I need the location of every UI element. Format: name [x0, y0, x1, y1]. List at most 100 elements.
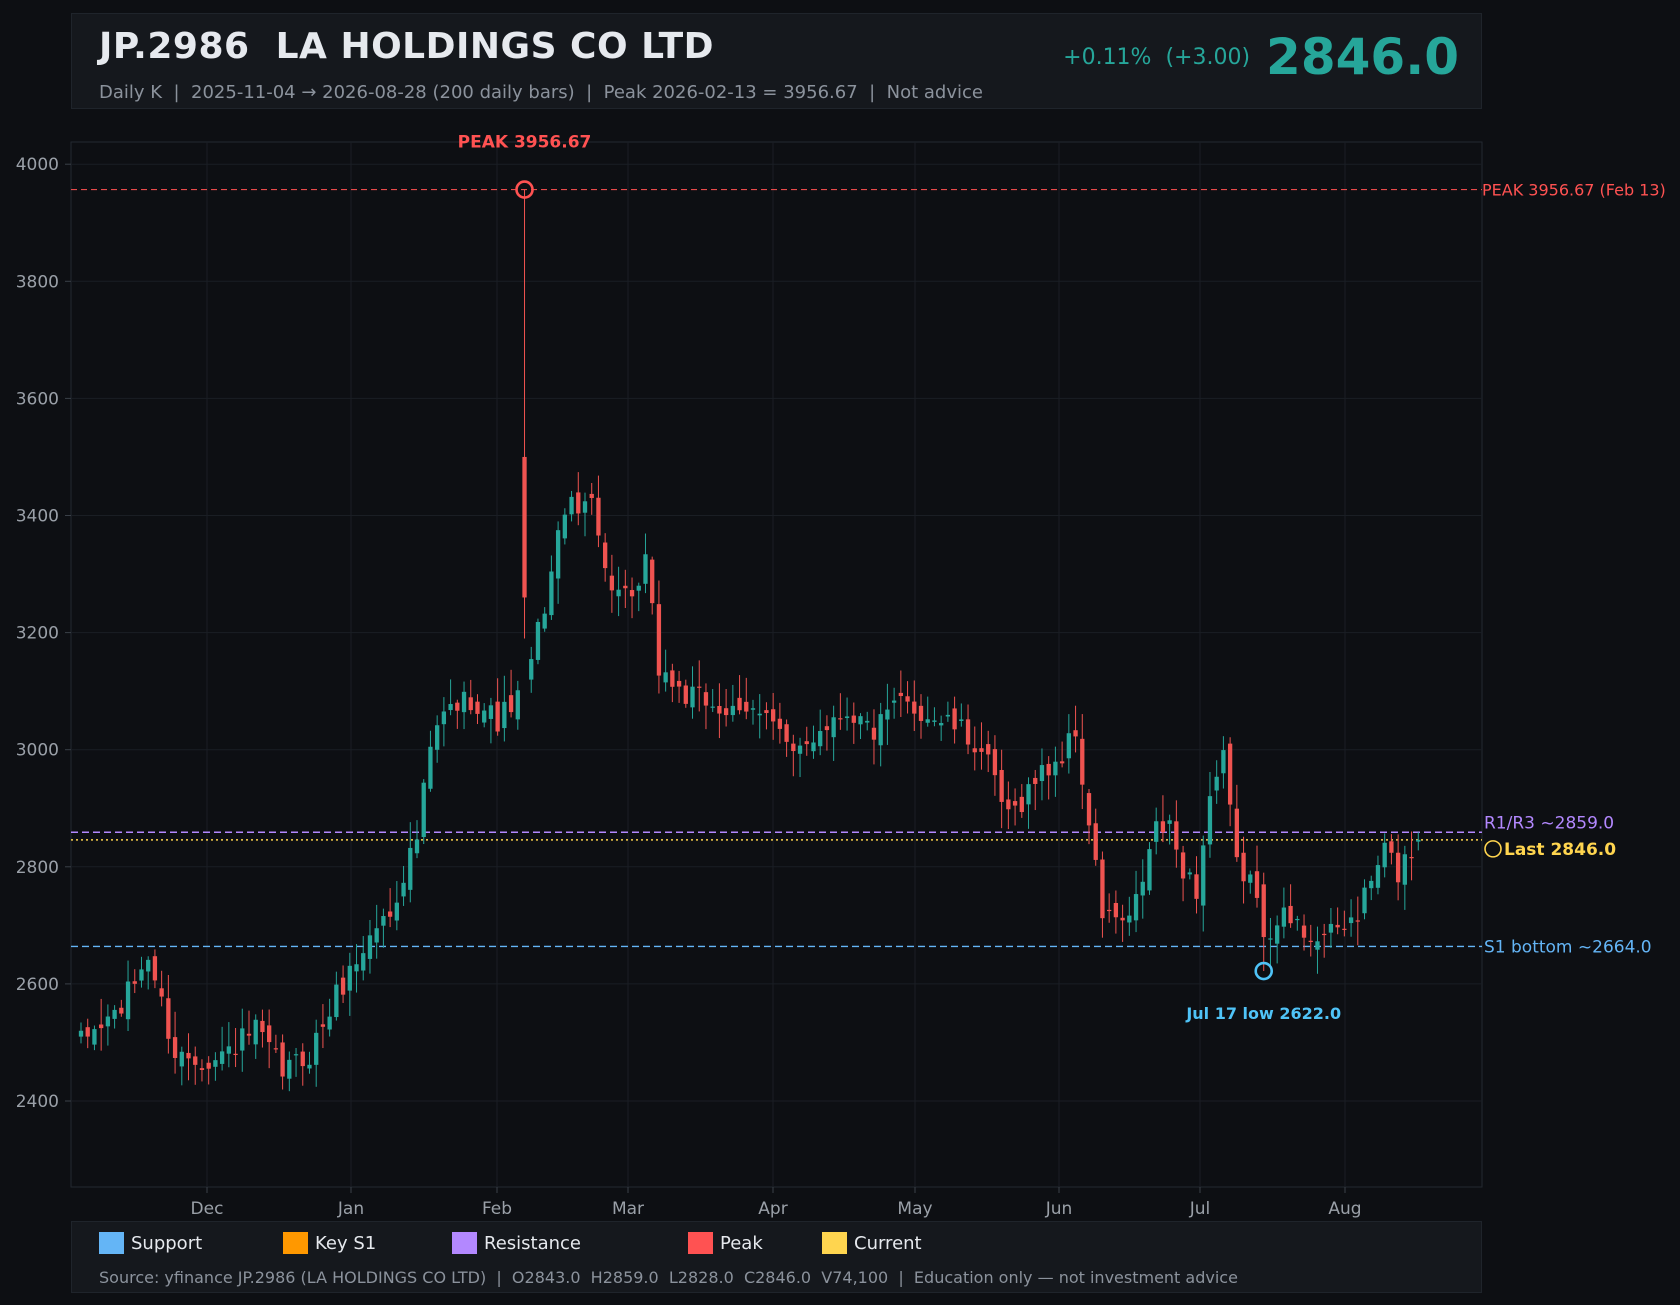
candle-body [925, 719, 930, 723]
candle-body [367, 935, 373, 959]
candle-body [1369, 880, 1374, 889]
candle-body [1174, 821, 1179, 850]
candle-body [421, 782, 426, 838]
candle-body [858, 716, 863, 725]
candle-body [1086, 793, 1092, 826]
candle-body [99, 1024, 104, 1029]
legend-label: Peak [720, 1232, 763, 1254]
candle-body [764, 710, 769, 714]
candle-body [1308, 940, 1313, 942]
candle-body [401, 882, 406, 897]
candle-body [455, 702, 460, 711]
y-tick-label: 3600 [16, 389, 59, 409]
candle-body [267, 1025, 272, 1043]
candle-body [1140, 881, 1145, 896]
candle-body [1039, 765, 1045, 782]
candle-body [542, 613, 547, 629]
candle-body [1389, 841, 1394, 853]
candle-body [139, 969, 144, 981]
candle-body [213, 1060, 218, 1067]
legend-item: Resistance [452, 1232, 581, 1254]
candle-body [253, 1019, 258, 1045]
candle-body [757, 713, 762, 716]
candle-body [186, 1052, 191, 1059]
candle-body [1066, 733, 1071, 759]
candle-body [535, 621, 541, 660]
candle-body [260, 1020, 265, 1033]
candle-body [818, 731, 823, 747]
candle-body [1375, 865, 1381, 888]
candle-body [1127, 915, 1132, 923]
candle-body [387, 911, 393, 917]
candle-body [1315, 941, 1320, 950]
candle-body [132, 981, 137, 984]
candle-body [300, 1051, 305, 1067]
candle-body [650, 559, 655, 604]
candle-body [354, 964, 359, 972]
legend-swatch [452, 1232, 477, 1254]
candle-body [945, 714, 951, 717]
candle-body [1154, 821, 1159, 842]
candle-body [475, 701, 480, 714]
candle-body [340, 977, 346, 995]
candle-body [1133, 894, 1139, 921]
candle-body [193, 1056, 198, 1065]
candle-body [105, 1016, 111, 1027]
candle-body [918, 705, 924, 721]
candle-body [1362, 887, 1367, 914]
candle-body [334, 984, 339, 1018]
y-tick-label: 2400 [16, 1092, 59, 1112]
candle-body [1194, 874, 1199, 899]
candle-body [206, 1062, 211, 1069]
candle-body [939, 723, 944, 726]
candle-body [697, 686, 702, 688]
candle-body [92, 1029, 97, 1045]
candle-body [1033, 777, 1038, 784]
y-tick-label: 2800 [16, 858, 59, 878]
candle-body [320, 1024, 326, 1027]
legend-item: Peak [688, 1232, 763, 1254]
candle-body [1093, 823, 1098, 860]
candle-body [112, 1009, 117, 1019]
resistance-label: R1/R3 ~2859.0 [1484, 813, 1614, 833]
legend-panel: Support Key S1 Resistance Peak Current Sourc… [71, 1221, 1482, 1293]
candle-body [172, 1037, 178, 1058]
support-label: S1 bottom ~2664.0 [1484, 937, 1652, 957]
candle-body [1261, 884, 1266, 938]
candle-body [1295, 918, 1300, 921]
candle-body [414, 839, 420, 854]
current-marker [1484, 840, 1502, 858]
candle-body [844, 716, 850, 719]
x-tick-label: Jan [337, 1199, 364, 1219]
candle-body [690, 686, 695, 708]
candle-body [1322, 933, 1327, 936]
candle-body [562, 514, 567, 539]
candle-body [374, 928, 379, 943]
legend-item: Current [822, 1232, 922, 1254]
candle-body [381, 916, 386, 926]
candle-body [307, 1064, 312, 1069]
candle-body [824, 726, 830, 731]
candle-body [159, 988, 164, 997]
candle-body [199, 1068, 205, 1070]
candle-body [515, 690, 520, 720]
candle-body [871, 727, 877, 740]
legend-label: Current [854, 1232, 922, 1254]
candle-body [1080, 738, 1085, 785]
candle-body [555, 530, 561, 579]
candle-body [992, 749, 998, 776]
x-tick-label: Jun [1045, 1199, 1073, 1219]
peak-line-label: PEAK 3956.67 (Feb 13) [1482, 181, 1666, 200]
candle-body [1402, 854, 1407, 885]
legend-swatch [822, 1232, 847, 1254]
legend-item: Support [99, 1232, 202, 1254]
candle-body [804, 741, 809, 745]
candle-body [1214, 776, 1219, 791]
candle-body [589, 493, 594, 499]
candle-body [771, 709, 776, 722]
candle-body [1227, 743, 1233, 805]
candle-body [1006, 799, 1011, 810]
candle-body [394, 902, 399, 921]
candle-body [1409, 857, 1414, 859]
candle-body [1059, 761, 1065, 764]
